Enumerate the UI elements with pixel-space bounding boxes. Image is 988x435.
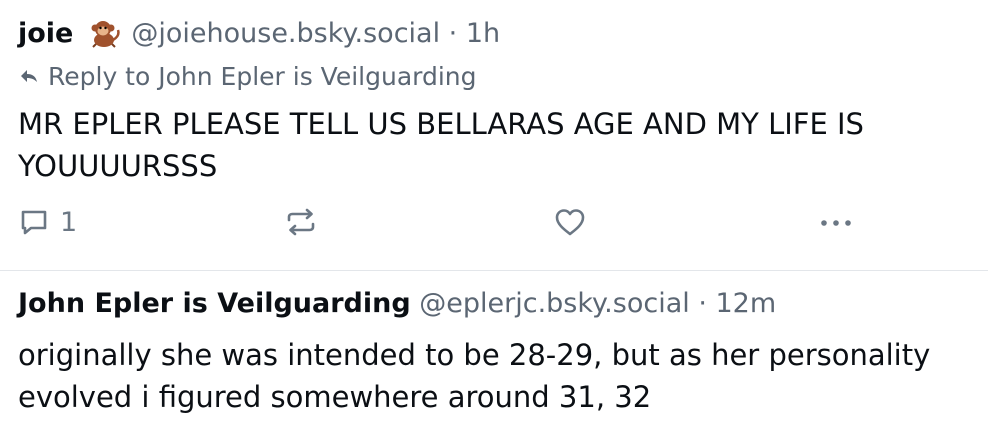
repost-icon xyxy=(284,206,318,238)
reply-context-label: Reply to John Epler is Veilguarding xyxy=(48,62,477,91)
reply-context[interactable]: Reply to John Epler is Veilguarding xyxy=(20,58,477,95)
more-options-button[interactable] xyxy=(818,200,854,244)
author-name[interactable]: John Epler is Veilguarding xyxy=(18,288,411,319)
post-header: John Epler is Veilguarding @eplerjc.bsky… xyxy=(18,284,776,324)
post-text: originally she was intended to be 28-29,… xyxy=(18,338,931,414)
author-handle[interactable]: @eplerjc.bsky.social · 12m xyxy=(419,288,776,319)
post-actions: 1 xyxy=(0,200,988,244)
monkey-emoji-icon xyxy=(87,18,121,48)
like-button[interactable] xyxy=(553,200,587,244)
repost-button[interactable] xyxy=(284,200,318,244)
post-joie[interactable]: joie @joiehouse.bsky.social · 1h Reply t… xyxy=(0,0,988,270)
more-dots-icon xyxy=(818,206,854,238)
reply-bubble-icon xyxy=(18,206,50,238)
post-text: MR EPLER PLEASE TELL US BELLARAS AGE AND… xyxy=(18,107,864,183)
reply-count: 1 xyxy=(60,206,78,238)
heart-icon xyxy=(553,206,587,238)
author-handle[interactable]: @joiehouse.bsky.social · 1h xyxy=(131,18,500,49)
reply-arrow-icon xyxy=(20,58,38,82)
post-epler[interactable]: John Epler is Veilguarding @eplerjc.bsky… xyxy=(0,270,988,435)
post-header: joie @joiehouse.bsky.social · 1h xyxy=(18,14,500,54)
author-name[interactable]: joie xyxy=(18,18,73,49)
reply-button[interactable]: 1 xyxy=(18,200,77,244)
